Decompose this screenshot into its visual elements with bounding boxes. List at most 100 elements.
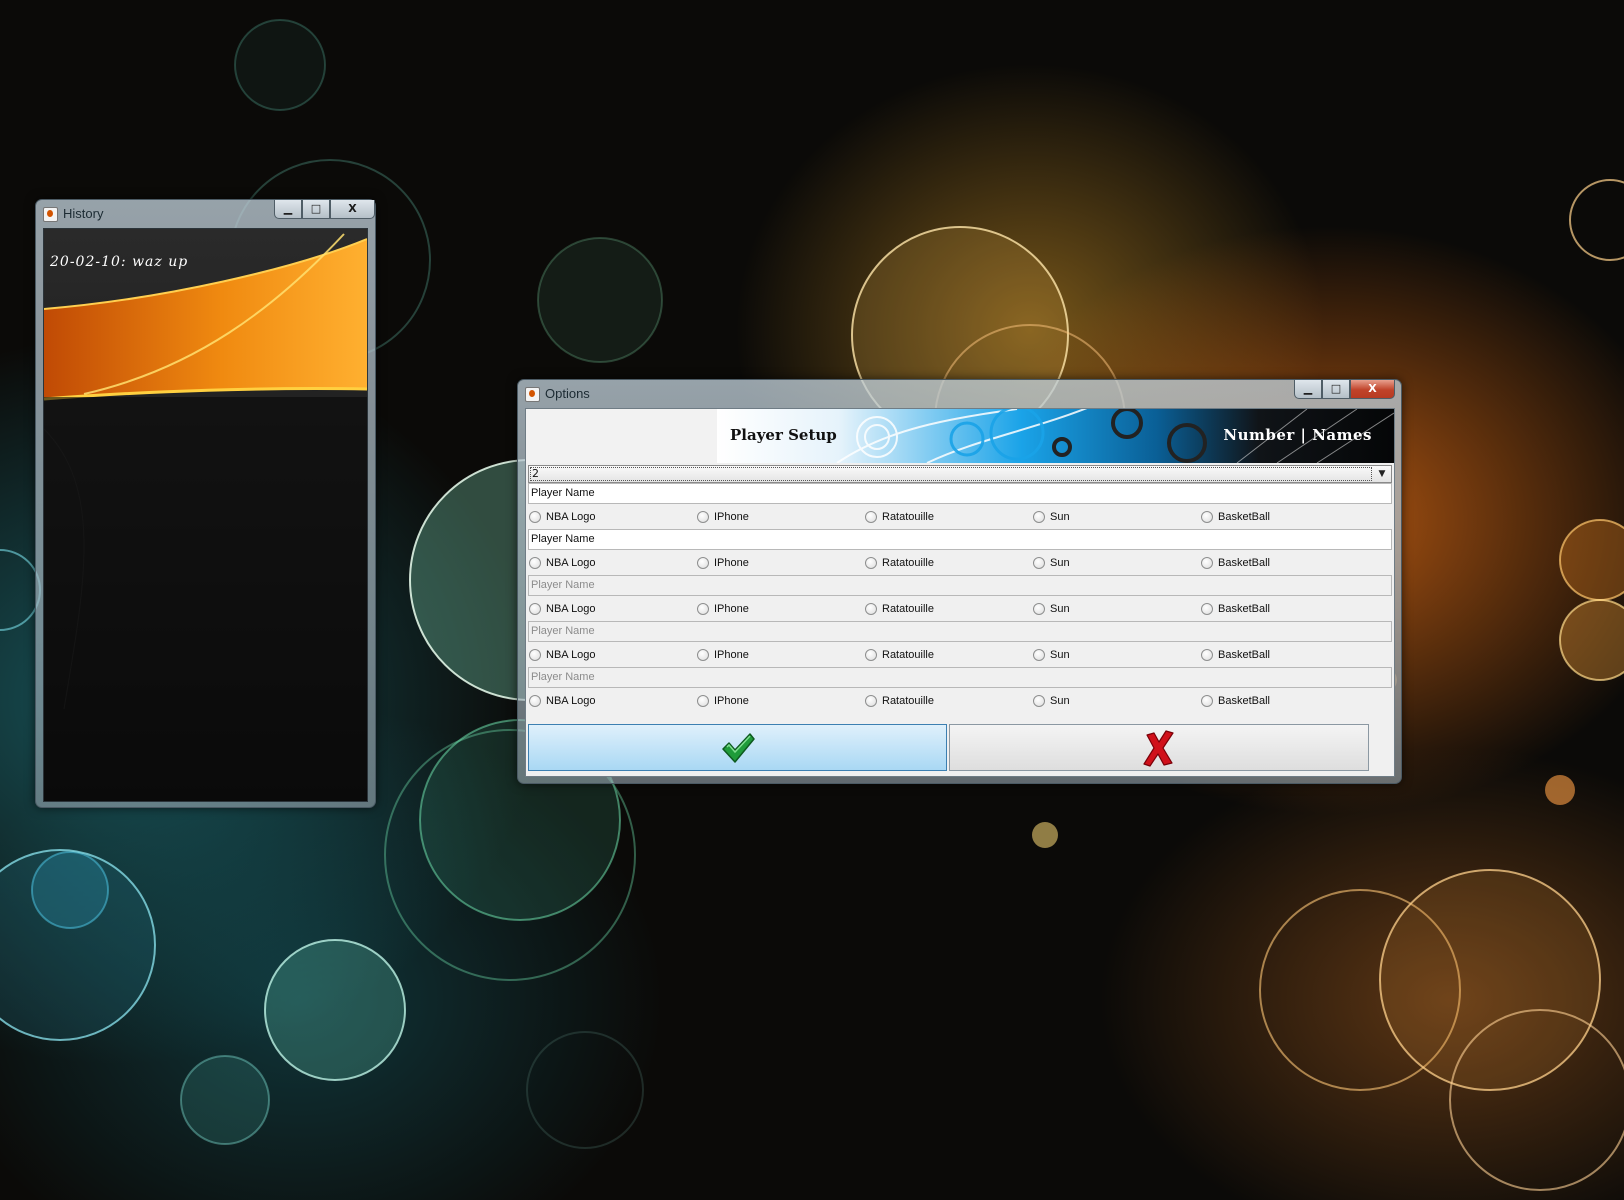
radio-ratatouille[interactable]: Ratatouille <box>865 556 934 570</box>
radio-ratatouille[interactable]: Ratatouille <box>865 602 934 616</box>
radio-circle-icon <box>865 557 877 569</box>
orange-swoosh-background <box>44 229 367 801</box>
maximize-button[interactable]: □ <box>302 200 330 219</box>
radio-iphone[interactable]: IPhone <box>697 556 749 570</box>
radio-label: NBA Logo <box>546 511 596 523</box>
options-titlebar[interactable]: Options ▁ □ X <box>518 380 1401 408</box>
radio-basketball[interactable]: BasketBall <box>1201 648 1270 662</box>
player-name-field: Player Name <box>528 667 1392 688</box>
radio-ratatouille[interactable]: Ratatouille <box>865 648 934 662</box>
radio-nba-logo[interactable]: NBA Logo <box>529 602 596 616</box>
radio-label: NBA Logo <box>546 695 596 707</box>
radio-label: Ratatouille <box>882 511 934 523</box>
radio-iphone[interactable]: IPhone <box>697 510 749 524</box>
radio-label: IPhone <box>714 511 749 523</box>
radio-circle-icon <box>1033 511 1045 523</box>
options-window-title: Options <box>545 386 590 401</box>
radio-sun[interactable]: Sun <box>1033 648 1070 662</box>
player-name-field[interactable]: Player Name <box>528 529 1392 550</box>
history-titlebar[interactable]: History ▁ □ X <box>36 200 375 228</box>
radio-label: Ratatouille <box>882 695 934 707</box>
close-button[interactable]: X <box>1350 380 1395 399</box>
radio-label: BasketBall <box>1218 557 1270 569</box>
avatar-radio-group: NBA Logo IPhone Ratatouille Sun BasketBa… <box>526 597 1394 619</box>
history-caption-buttons: ▁ □ X <box>274 200 375 219</box>
radio-circle-icon <box>1201 695 1213 707</box>
minimize-button[interactable]: ▁ <box>1294 380 1322 399</box>
confirm-button[interactable] <box>528 724 947 771</box>
radio-circle-icon <box>865 511 877 523</box>
radio-circle-icon <box>1201 511 1213 523</box>
radio-label: BasketBall <box>1218 695 1270 707</box>
radio-sun[interactable]: Sun <box>1033 510 1070 524</box>
radio-iphone[interactable]: IPhone <box>697 694 749 708</box>
radio-label: Ratatouille <box>882 557 934 569</box>
player-name-field: Player Name <box>528 575 1392 596</box>
radio-iphone[interactable]: IPhone <box>697 648 749 662</box>
options-client: Player Setup Number | Names 2 ▼ Player N… <box>525 408 1395 777</box>
radio-circle-icon <box>1201 557 1213 569</box>
radio-circle-icon <box>865 649 877 661</box>
radio-circle-icon <box>697 557 709 569</box>
java-app-icon <box>525 387 540 402</box>
radio-label: NBA Logo <box>546 603 596 615</box>
radio-basketball[interactable]: BasketBall <box>1201 556 1270 570</box>
history-window: History ▁ □ X 20-02-10: waz up <box>35 199 376 808</box>
radio-label: IPhone <box>714 603 749 615</box>
radio-circle-icon <box>1033 557 1045 569</box>
radio-sun[interactable]: Sun <box>1033 602 1070 616</box>
player-setup-banner: Player Setup Number | Names <box>526 409 1394 463</box>
avatar-radio-group: NBA Logo IPhone Ratatouille Sun BasketBa… <box>526 505 1394 527</box>
radio-sun[interactable]: Sun <box>1033 556 1070 570</box>
radio-circle-icon <box>1033 695 1045 707</box>
radio-iphone[interactable]: IPhone <box>697 602 749 616</box>
chevron-down-icon[interactable]: ▼ <box>1373 466 1391 482</box>
radio-nba-logo[interactable]: NBA Logo <box>529 556 596 570</box>
avatar-radio-group: NBA Logo IPhone Ratatouille Sun BasketBa… <box>526 689 1394 711</box>
radio-circle-icon <box>697 695 709 707</box>
player-name-field[interactable]: Player Name <box>528 483 1392 504</box>
radio-basketball[interactable]: BasketBall <box>1201 510 1270 524</box>
radio-label: Sun <box>1050 603 1070 615</box>
radio-circle-icon <box>1201 649 1213 661</box>
radio-circle-icon <box>1201 603 1213 615</box>
radio-ratatouille[interactable]: Ratatouille <box>865 510 934 524</box>
radio-basketball[interactable]: BasketBall <box>1201 694 1270 708</box>
radio-circle-icon <box>697 511 709 523</box>
radio-nba-logo[interactable]: NBA Logo <box>529 510 596 524</box>
radio-ratatouille[interactable]: Ratatouille <box>865 694 934 708</box>
radio-circle-icon <box>697 649 709 661</box>
maximize-button[interactable]: □ <box>1322 380 1350 399</box>
radio-label: Ratatouille <box>882 603 934 615</box>
radio-label: BasketBall <box>1218 603 1270 615</box>
player-count-dropdown[interactable]: 2 ▼ <box>528 465 1392 483</box>
radio-label: NBA Logo <box>546 557 596 569</box>
radio-basketball[interactable]: BasketBall <box>1201 602 1270 616</box>
close-button[interactable]: X <box>330 200 375 219</box>
java-app-icon <box>43 207 58 222</box>
radio-nba-logo[interactable]: NBA Logo <box>529 694 596 708</box>
cancel-button[interactable] <box>949 724 1369 771</box>
green-checkmark-icon <box>721 732 755 763</box>
avatar-radio-group: NBA Logo IPhone Ratatouille Sun BasketBa… <box>526 643 1394 665</box>
banner-number-names-label: Number | Names <box>1223 426 1372 444</box>
radio-label: NBA Logo <box>546 649 596 661</box>
radio-label: IPhone <box>714 695 749 707</box>
radio-circle-icon <box>1033 649 1045 661</box>
radio-label: BasketBall <box>1218 649 1270 661</box>
history-window-title: History <box>63 206 104 221</box>
radio-circle-icon <box>529 649 541 661</box>
radio-label: Sun <box>1050 695 1070 707</box>
radio-label: Sun <box>1050 511 1070 523</box>
radio-nba-logo[interactable]: NBA Logo <box>529 648 596 662</box>
radio-label: BasketBall <box>1218 511 1270 523</box>
radio-circle-icon <box>529 695 541 707</box>
radio-label: Ratatouille <box>882 649 934 661</box>
radio-circle-icon <box>529 511 541 523</box>
radio-sun[interactable]: Sun <box>1033 694 1070 708</box>
radio-circle-icon <box>865 695 877 707</box>
radio-circle-icon <box>529 603 541 615</box>
minimize-button[interactable]: ▁ <box>274 200 302 219</box>
banner-title: Player Setup <box>730 426 837 444</box>
options-window: Options ▁ □ X Player Setup Number | Name… <box>517 379 1402 784</box>
